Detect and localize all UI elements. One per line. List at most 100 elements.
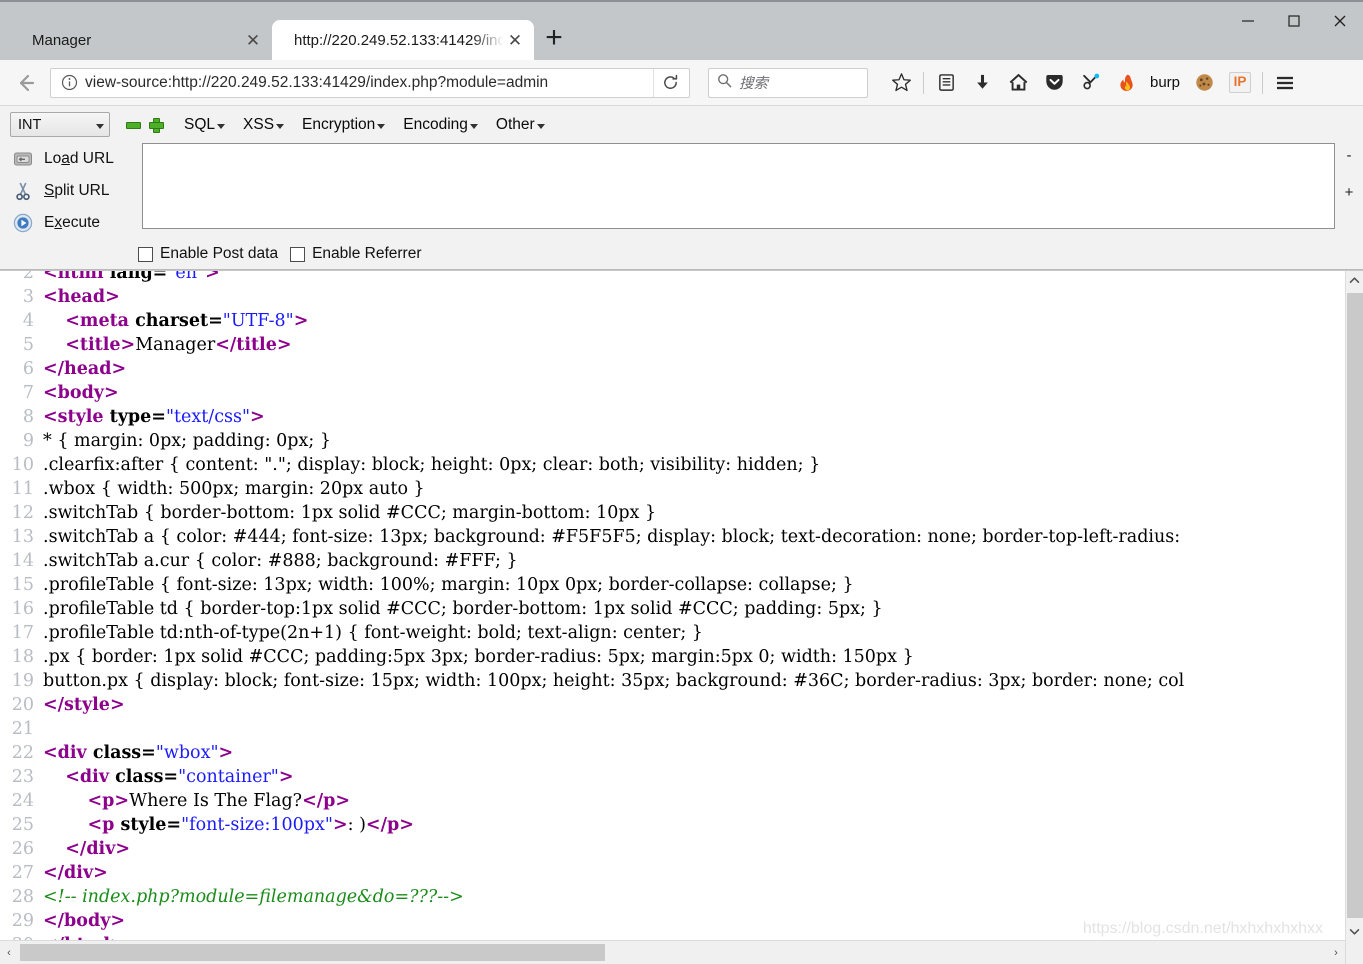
minimize-button[interactable] (1225, 2, 1271, 40)
vscroll-track[interactable] (1346, 289, 1363, 922)
scroll-down-arrow[interactable] (1346, 922, 1363, 940)
source-line: 2 <html lang="en"> (0, 271, 1184, 285)
line-number: 7 (22, 383, 34, 403)
maximize-button[interactable] (1271, 2, 1317, 40)
hackbar-menu-sql[interactable]: SQL (184, 116, 226, 134)
hackbar-panel: INT SQL XSS Encryption Encoding Other Lo… (0, 106, 1363, 270)
enable-referrer-checkbox[interactable]: Enable Referrer (290, 245, 421, 263)
library-icon[interactable] (929, 66, 963, 100)
hscroll-track[interactable] (18, 941, 1327, 964)
reload-icon[interactable] (653, 68, 687, 97)
code-token-val: "text/css" (165, 407, 251, 427)
code-token-attr: class= (115, 767, 179, 787)
line-number: 3 (22, 287, 34, 307)
code-token-tag: > (218, 743, 234, 763)
vscroll-thumb[interactable] (1346, 293, 1363, 918)
code-token-tag: <p (87, 815, 121, 835)
enable-post-data-checkbox[interactable]: Enable Post data (138, 245, 278, 263)
home-icon[interactable] (1001, 66, 1035, 100)
downloads-icon[interactable] (965, 66, 999, 100)
url-text[interactable]: view-source:http://220.249.52.133:41429/… (81, 74, 653, 92)
line-number: 6 (22, 359, 34, 379)
scroll-left-arrow[interactable]: ‹ (0, 941, 18, 964)
add-row-icon[interactable] (149, 118, 164, 133)
search-input[interactable]: 搜索 (739, 72, 768, 93)
search-bar[interactable]: 搜索 (708, 67, 868, 98)
code-token-txt: .profileTable { font-size: 13px; width: … (43, 575, 854, 595)
hackbar-menu-encryption[interactable]: Encryption (302, 116, 386, 134)
code-token-val: "font-size:100px" (181, 815, 333, 835)
new-tab-button[interactable]: + (534, 20, 574, 60)
hackbar-main-row: Load URL Split URL Execute - + (0, 141, 1363, 239)
cookie-manager-icon[interactable] (1187, 66, 1221, 100)
wappalyzer-icon[interactable] (1073, 66, 1107, 100)
code-token-txt: .wbox { width: 500px; margin: 20px auto … (43, 479, 425, 499)
source-line: 23 <div class="container"> (0, 765, 1184, 789)
bookmark-star-icon[interactable] (884, 66, 918, 100)
zoom-in-button[interactable]: + (1345, 184, 1354, 201)
remove-row-icon[interactable] (126, 118, 141, 131)
load-url-button[interactable]: Load URL (6, 143, 134, 175)
chevron-down-icon (536, 124, 545, 129)
titlebar: Manager ✕ http://220.249.52.133:41429/in… (0, 2, 1363, 60)
tab-close-icon[interactable]: ✕ (504, 29, 526, 51)
code-token-val: "UTF-8" (222, 311, 294, 331)
zoom-out-button[interactable]: - (1347, 147, 1352, 164)
checkbox-box[interactable] (138, 246, 153, 262)
tab-close-icon[interactable]: ✕ (242, 29, 264, 51)
source-line: 18 .px { border: 1px solid #CCC; padding:… (0, 645, 1184, 669)
vertical-scrollbar[interactable] (1345, 271, 1363, 964)
browser-tab-viewsource[interactable]: http://220.249.52.133:41429/index.php?mo… (272, 20, 534, 60)
hackbar-menu-encoding[interactable]: Encoding (403, 116, 478, 134)
checkbox-label: Enable Referrer (312, 245, 422, 262)
source-line: 12 .switchTab { border-bottom: 1px solid … (0, 501, 1184, 525)
execute-label: Execute (44, 214, 101, 231)
hamburger-menu-icon[interactable] (1268, 66, 1302, 100)
hackbar-flame-icon[interactable] (1109, 66, 1143, 100)
split-url-button[interactable]: Split URL (6, 175, 134, 207)
hackbar-type-value: INT (18, 116, 42, 133)
code-token-tag: </head> (43, 359, 127, 379)
execute-button[interactable]: Execute (6, 207, 134, 239)
code-token-val: "wbox" (155, 743, 219, 763)
info-icon[interactable] (61, 74, 81, 91)
source-line: 6 </head> (0, 357, 1184, 381)
source-line: 14 .switchTab a.cur { color: #888; backgr… (0, 549, 1184, 573)
browser-tab-manager[interactable]: Manager ✕ (10, 20, 272, 60)
hackbar-type-select[interactable]: INT (10, 112, 110, 137)
line-number: 25 (11, 815, 34, 835)
code-token-tag: </div> (43, 863, 108, 883)
code-token-txt: .profileTable td { border-top:1px solid … (43, 599, 883, 619)
hackbar-request-textarea[interactable] (142, 143, 1335, 229)
hackbar-checkbox-row: Enable Post data Enable Referrer (0, 239, 1363, 265)
close-button[interactable] (1317, 2, 1363, 40)
url-bar[interactable]: view-source:http://220.249.52.133:41429/… (50, 67, 690, 98)
chevron-down-icon (377, 124, 386, 129)
code-token-txt: Where Is The Flag? (129, 791, 303, 811)
burp-extension-label[interactable]: burp (1145, 74, 1185, 91)
hscroll-thumb[interactable] (20, 944, 605, 961)
line-number: 19 (11, 671, 34, 691)
code-token-tag: > (332, 815, 348, 835)
pocket-icon[interactable] (1037, 66, 1071, 100)
code-token-tag: </p> (365, 815, 414, 835)
hackbar-menu-xss[interactable]: XSS (243, 116, 285, 134)
scroll-up-arrow[interactable] (1346, 271, 1363, 289)
source-code-area[interactable]: 2 <html lang="en"> 3 <head> 4 <meta charset=… (0, 271, 1345, 940)
source-line: 27 </div> (0, 861, 1184, 885)
source-line: 5 <title>Manager</title> (0, 333, 1184, 357)
source-line: 17 .profileTable td:nth-of-type(2n+1) { f… (0, 621, 1184, 645)
window-controls (1225, 2, 1363, 40)
split-url-scissors-icon (12, 180, 34, 202)
menu-label: Encoding (403, 115, 468, 133)
back-button[interactable] (8, 65, 44, 101)
scroll-right-arrow[interactable]: › (1327, 941, 1345, 964)
checkbox-box[interactable] (290, 246, 306, 262)
source-line: 15 .profileTable { font-size: 13px; width… (0, 573, 1184, 597)
ip-address-badge[interactable]: IP (1223, 66, 1257, 100)
horizontal-scrollbar[interactable]: ‹ › (0, 940, 1345, 964)
code-token-txt: button.px { display: block; font-size: 1… (43, 671, 1185, 691)
code-token-attr: charset= (135, 311, 223, 331)
hackbar-menu-other[interactable]: Other (496, 116, 545, 134)
